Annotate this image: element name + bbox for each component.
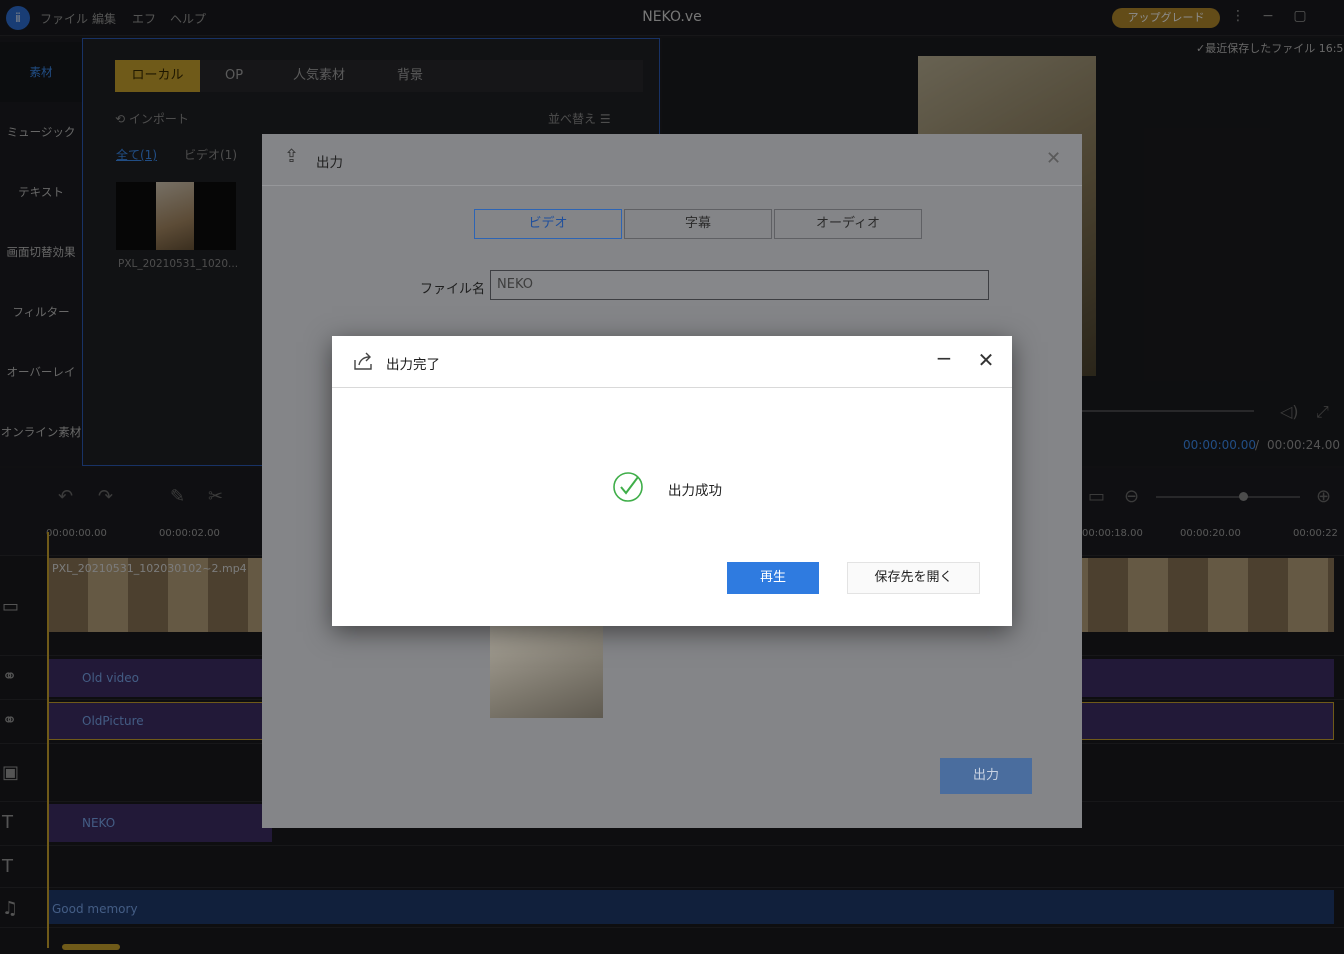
tab-subtitles[interactable]: 字幕 xyxy=(624,209,772,239)
open-folder-button[interactable]: 保存先を開く xyxy=(847,562,980,594)
export-button[interactable]: 出力 xyxy=(940,758,1032,794)
export-thumbnail xyxy=(490,626,603,718)
play-button[interactable]: 再生 xyxy=(727,562,819,594)
export-dialog-header xyxy=(262,134,1082,186)
filename-label: ファイル名 xyxy=(420,282,486,297)
success-check-icon xyxy=(612,471,644,507)
minimize-icon[interactable]: − xyxy=(934,346,954,370)
close-icon[interactable]: ✕ xyxy=(1046,148,1061,169)
tab-video[interactable]: ビデオ xyxy=(474,209,622,239)
tab-audio[interactable]: オーディオ xyxy=(774,209,922,239)
export-icon xyxy=(352,350,374,376)
filename-input[interactable]: NEKO xyxy=(490,270,989,300)
close-icon[interactable]: ✕ xyxy=(976,348,996,372)
export-icon: ⇪ xyxy=(284,146,300,167)
export-complete-title: 出力完了 xyxy=(386,357,440,373)
export-dialog-title: 出力 xyxy=(316,155,343,171)
success-message: 出力成功 xyxy=(668,483,722,499)
